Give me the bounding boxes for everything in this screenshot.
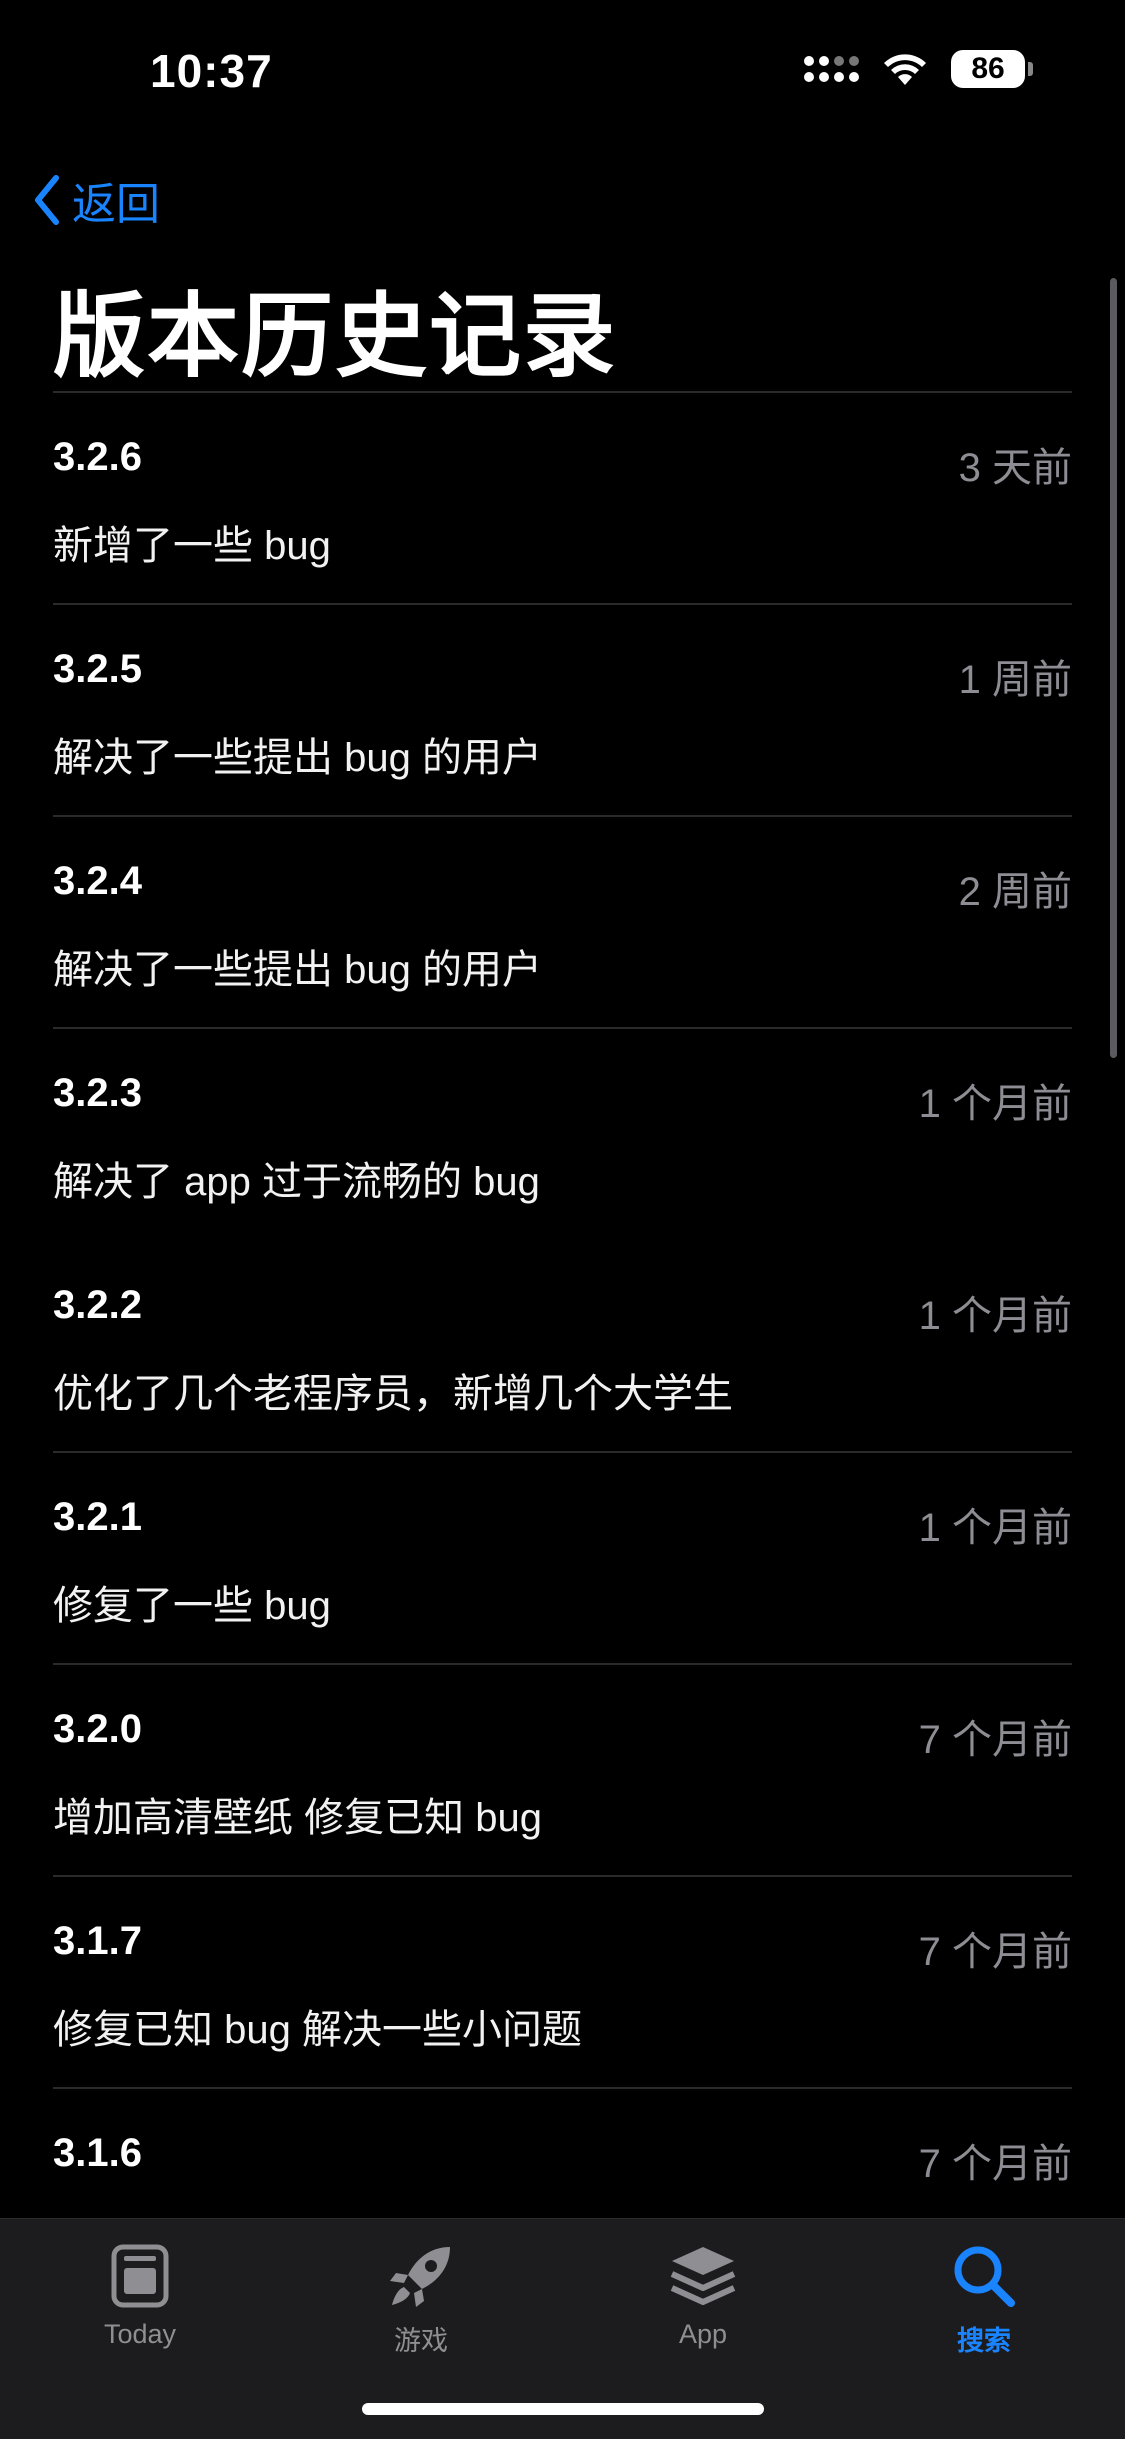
version-notes: 修复了一些 bug xyxy=(53,1584,331,1628)
back-button[interactable]: 返回 xyxy=(32,168,160,232)
version-number: 3.2.6 xyxy=(53,435,142,479)
tab-label: 搜索 xyxy=(957,2326,1011,2356)
back-label: 返回 xyxy=(72,180,160,229)
chevron-left-icon xyxy=(35,175,59,225)
version-number: 3.2.3 xyxy=(53,1071,142,1115)
version-date: 1 个月前 xyxy=(918,1506,1072,1550)
version-date: 2 周前 xyxy=(958,870,1072,914)
version-notes: 解决了 app 过于流畅的 bug xyxy=(53,1160,540,1204)
version-notes: 优化了几个老程序员，新增几个大学生 xyxy=(53,1372,733,1416)
version-date: 1 个月前 xyxy=(918,1082,1072,1126)
version-date: 1 个月前 xyxy=(918,1294,1072,1338)
version-item: 3.2.2 1 个月前 优化了几个老程序员，新增几个大学生 xyxy=(53,1241,1072,1453)
search-icon xyxy=(954,2246,1015,2307)
version-item: 3.2.1 1 个月前 修复了一些 bug xyxy=(53,1453,1072,1665)
version-item: 3.1.7 7 个月前 修复已知 bug 解决一些小问题 xyxy=(53,1877,1072,2089)
version-date: 7 个月前 xyxy=(918,1718,1072,1762)
version-number: 3.2.1 xyxy=(53,1495,142,1539)
version-item: 3.2.0 7 个月前 增加高清壁纸 修复已知 bug xyxy=(53,1665,1072,1877)
version-date: 7 个月前 xyxy=(918,2142,1072,2186)
battery-icon: 86 xyxy=(951,50,1033,88)
version-number: 3.2.5 xyxy=(53,647,142,691)
tab-apps[interactable]: App xyxy=(613,2239,793,2350)
cellular-signal-icon xyxy=(804,56,859,82)
version-number: 3.1.7 xyxy=(53,1919,142,1963)
version-item: 3.2.5 1 周前 解决了一些提出 bug 的用户 xyxy=(53,605,1072,817)
tab-search[interactable]: 搜索 xyxy=(894,2239,1074,2358)
version-number: 3.2.2 xyxy=(53,1283,142,1327)
status-time: 10:37 xyxy=(150,45,273,97)
version-notes: 解决了一些提出 bug 的用户 xyxy=(53,948,542,992)
version-notes: 解决了一些提出 bug 的用户 xyxy=(53,736,542,780)
version-number: 3.1.6 xyxy=(53,2131,142,2175)
version-number: 3.2.0 xyxy=(53,1707,142,1751)
version-date: 1 周前 xyxy=(958,658,1072,702)
wifi-icon xyxy=(884,54,926,85)
version-item: 3.2.4 2 周前 解决了一些提出 bug 的用户 xyxy=(53,817,1072,1029)
version-item: 3.2.6 3 天前 新增了一些 bug xyxy=(53,393,1072,605)
page-title: 版本历史记录 xyxy=(53,286,618,388)
version-item: 3.2.3 1 个月前 解决了 app 过于流畅的 bug xyxy=(53,1029,1072,1241)
scroll-indicator[interactable] xyxy=(1110,278,1117,1058)
version-notes: 增加高清壁纸 修复已知 bug xyxy=(53,1796,542,1840)
version-number: 3.2.4 xyxy=(53,859,142,903)
version-date: 3 天前 xyxy=(958,446,1072,490)
version-notes: 修复已知 bug 解决一些小问题 xyxy=(53,2008,582,2052)
tab-label: App xyxy=(678,2319,728,2349)
home-indicator[interactable] xyxy=(362,2403,764,2415)
tab-games[interactable]: 游戏 xyxy=(331,2239,511,2358)
tab-label: 游戏 xyxy=(394,2326,448,2356)
rocket-icon xyxy=(390,2247,450,2307)
today-icon xyxy=(111,2244,169,2308)
app-stack-icon xyxy=(670,2247,736,2305)
version-notes: 新增了一些 bug xyxy=(53,524,331,568)
tab-label: Today xyxy=(103,2319,177,2349)
version-date: 7 个月前 xyxy=(918,1930,1072,1974)
tab-today[interactable]: Today xyxy=(50,2239,230,2350)
status-icons: 86 xyxy=(804,50,1033,88)
version-history-list: 3.2.6 3 天前 新增了一些 bug 3.2.5 1 周前 解决了一些提出 … xyxy=(53,393,1072,2301)
